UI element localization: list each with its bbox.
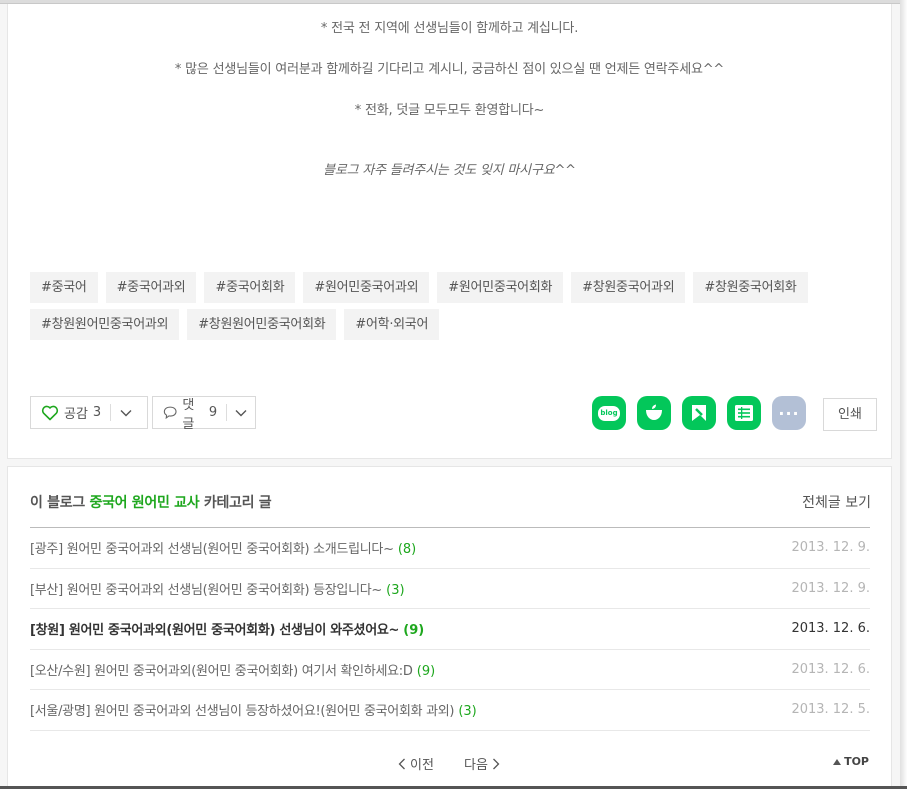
heading-suffix: 카테고리 글 (203, 495, 272, 511)
back-to-top-link[interactable]: TOP (833, 755, 869, 768)
memo-share-icon[interactable] (727, 396, 761, 430)
tag[interactable]: #창원중국어회화 (693, 272, 808, 303)
comment-button[interactable]: 댓글 9 (152, 396, 256, 432)
list-item[interactable]: [오산/수원] 원어민 중국어과외(원어민 중국어회화) 여기서 확인하세요:D… (30, 650, 870, 690)
list-item[interactable]: [광주] 원어민 중국어과외 선생님(원어민 중국어회화) 소개드립니다~ (8… (30, 528, 870, 569)
bookmark-icon (692, 405, 706, 421)
comment-count: (3) (386, 582, 405, 598)
cup-icon (646, 404, 662, 420)
tag[interactable]: #창원중국어과외 (571, 272, 686, 303)
chevron-left-icon (398, 758, 405, 769)
more-share-icon[interactable]: ··· (772, 396, 806, 430)
comment-count: 9 (208, 405, 218, 420)
keep-share-icon[interactable] (682, 396, 716, 430)
blog-share-icon[interactable]: blog (592, 396, 626, 430)
category-heading: 이 블로그 중국어 원어민 교사 카테고리 글 (30, 492, 272, 512)
post-text-line: * 전화, 덧글 모두모두 환영합니다~ (354, 103, 545, 118)
tag[interactable]: #원어민중국어회화 (437, 272, 564, 303)
next-label: 다음 (464, 758, 488, 773)
post-text-line: * 많은 선생님들이 여러분과 함께하길 기다리고 계시니, 궁금하신 점이 있… (174, 62, 725, 77)
prev-page-link[interactable]: 이전 (398, 754, 434, 773)
tag[interactable]: #원어민중국어과외 (303, 272, 430, 303)
tag[interactable]: #중국어회화 (204, 272, 296, 303)
post-date: 2013. 12. 9. (791, 540, 870, 556)
tag[interactable]: #창원원어민중국어과외 (30, 309, 180, 340)
post-text-line: * 전국 전 지역에 선생님들이 함께하고 계십니다. (320, 21, 579, 36)
tag[interactable]: #창원원어민중국어회화 (187, 309, 337, 340)
post-date: 2013. 12. 6. (791, 661, 870, 677)
comment-dropdown-toggle[interactable] (227, 397, 255, 428)
chevron-down-icon (235, 409, 247, 416)
triangle-up-icon (833, 758, 842, 765)
post-title[interactable]: [오산/수원] 원어민 중국어과외(원어민 중국어회화) 여기서 확인하세요:D (30, 664, 413, 679)
chevron-down-icon (120, 409, 132, 416)
comment-count: (9) (403, 623, 425, 639)
post-body: * 전국 전 지역에 선생님들이 함께하고 계십니다. * 많은 선생님들이 여… (7, 4, 892, 459)
like-label: 공감 (64, 407, 88, 422)
like-count: 3 (92, 405, 102, 420)
list-icon (735, 405, 753, 421)
cafe-share-icon[interactable] (637, 396, 671, 430)
category-posts: 이 블로그 중국어 원어민 교사 카테고리 글 전체글 보기 [광주] 원어민 … (7, 466, 892, 786)
like-button[interactable]: 공감 3 (30, 396, 148, 429)
post-title[interactable]: [창원] 원어민 중국어과외(원어민 중국어회화) 선생님이 와주셨어요~ (30, 623, 399, 638)
tag[interactable]: #중국어과외 (105, 272, 197, 303)
tag[interactable]: #중국어 (30, 272, 98, 303)
chevron-right-icon (492, 758, 500, 769)
scroll-edge (900, 0, 907, 789)
top-label: TOP (844, 755, 869, 768)
post-text-line: 블로그 자주 들려주시는 것도 잊지 마시구요^^ (323, 163, 576, 178)
category-link[interactable]: 중국어 원어민 교사 (89, 495, 199, 511)
speech-bubble-icon (163, 406, 177, 420)
post-title[interactable]: [부산] 원어민 중국어과외 선생님(원어민 중국어회화) 등장입니다~ (30, 583, 382, 598)
post-title[interactable]: [광주] 원어민 중국어과외 선생님(원어민 중국어회화) 소개드립니다~ (30, 542, 394, 557)
next-page-link[interactable]: 다음 (464, 754, 500, 773)
comment-label: 댓글 (182, 397, 195, 432)
post-date: 2013. 12. 9. (791, 580, 870, 596)
list-item[interactable]: [부산] 원어민 중국어과외 선생님(원어민 중국어회화) 등장입니다~ (3)… (30, 569, 870, 609)
post-title[interactable]: [서울/광명] 원어민 중국어과외 선생님이 등장하셨어요!(원어민 중국어회화… (30, 704, 455, 719)
comment-count: (9) (416, 663, 436, 679)
post-date: 2013. 12. 5. (791, 702, 870, 718)
tag-list: #중국어 #중국어과외 #중국어회화 #원어민중국어과외 #원어민중국어회화 #창원중국어… (30, 272, 880, 346)
print-button[interactable]: 인쇄 (823, 398, 877, 431)
post-list: [광주] 원어민 중국어과외 선생님(원어민 중국어회화) 소개드립니다~ (8… (30, 528, 870, 731)
comment-count: (3) (458, 704, 477, 720)
prev-label: 이전 (410, 758, 434, 773)
like-dropdown-toggle[interactable] (111, 397, 141, 428)
tag[interactable]: #어학·외국어 (344, 309, 440, 340)
list-item-current[interactable]: [창원] 원어민 중국어과외(원어민 중국어회화) 선생님이 와주셨어요~ (9… (30, 609, 870, 650)
heading-prefix: 이 블로그 (30, 495, 85, 511)
list-item[interactable]: [서울/광명] 원어민 중국어과외 선생님이 등장하셨어요!(원어민 중국어회화… (30, 690, 870, 731)
comment-count: (8) (397, 542, 417, 558)
post-date: 2013. 12. 6. (791, 621, 870, 637)
heart-icon (41, 405, 59, 420)
view-all-link[interactable]: 전체글 보기 (802, 492, 871, 512)
